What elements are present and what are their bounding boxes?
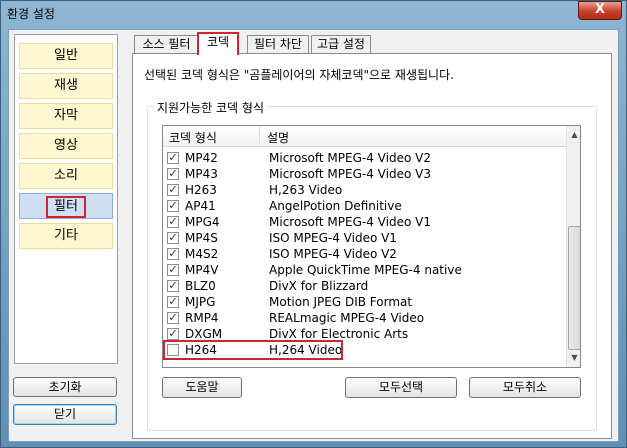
nav-item-label: 소리 [54, 168, 78, 183]
codec-description: Microsoft MPEG-4 Video V1 [269, 215, 431, 229]
row-checkbox[interactable]: ✓ [167, 296, 179, 308]
codec-list[interactable]: 코덱 형식 설명 ✓ MP42 Microsoft MPEG-4 Video V2 … [162, 125, 581, 368]
codec-format: MP42 [185, 151, 218, 165]
table-row[interactable]: ✓ MPG4 Microsoft MPEG-4 Video V1 [163, 214, 566, 230]
nav-item-subtitle[interactable]: 자막 [19, 103, 113, 129]
row-checkbox[interactable]: ✓ [167, 152, 179, 164]
codec-description: H,263 Video [269, 183, 343, 197]
codec-description: Apple QuickTime MPEG-4 native [269, 263, 462, 277]
table-row[interactable]: ✓ MP42 Microsoft MPEG-4 Video V2 [163, 150, 566, 166]
nav-item-label: 일반 [54, 48, 78, 63]
title-bar[interactable]: 환경 설정 X [1, 1, 626, 25]
nav-item-video[interactable]: 영상 [19, 133, 113, 159]
row-checkbox[interactable]: ✓ [167, 232, 179, 244]
nav-item-label: 재생 [54, 78, 78, 93]
nav-item-label: 영상 [54, 138, 78, 153]
column-divider[interactable] [259, 126, 260, 147]
codec-description: ISO MPEG-4 Video V1 [269, 231, 397, 245]
codec-description: ISO MPEG-4 Video V2 [269, 247, 397, 261]
codec-notice: 선택된 코덱 형식은 "곰플레이어의 자체코덱"으로 재생됩니다. [144, 68, 454, 82]
nav-item-label: 기타 [54, 228, 78, 243]
dialog-client: 일반 재생 자막 영상 소리 필터 기타 초기화 닫기 소스 필터 코덱 필터 … [8, 29, 619, 442]
scroll-up-arrow-icon[interactable]: ▲ [568, 127, 580, 142]
tab-codec[interactable]: 코덱 [197, 32, 239, 55]
nav-item-filter[interactable]: 필터 [19, 193, 113, 219]
table-row[interactable]: ✓ RMP4 REALmagic MPEG-4 Video [163, 310, 566, 326]
row-checkbox[interactable]: ✓ [167, 264, 179, 276]
nav-item-general[interactable]: 일반 [19, 43, 113, 69]
scrollbar-thumb[interactable] [568, 226, 580, 350]
window-title: 환경 설정 [7, 7, 55, 21]
nav-item-etc[interactable]: 기타 [19, 223, 113, 249]
codec-format: MP4V [185, 263, 219, 277]
row-checkbox[interactable]: ✓ [167, 280, 179, 292]
vertical-scrollbar[interactable]: ▲ ▼ [566, 126, 580, 367]
codec-format: M4S2 [185, 247, 219, 261]
deselect-all-button[interactable]: 모두취소 [469, 377, 581, 398]
codec-format: MP4S [185, 231, 218, 245]
row-checkbox[interactable]: ✓ [167, 328, 179, 340]
table-row[interactable]: ✓ MP4S ISO MPEG-4 Video V1 [163, 230, 566, 246]
column-header-description[interactable]: 설명 [267, 129, 289, 146]
codec-format: H263 [185, 183, 217, 197]
help-button[interactable]: 도움말 [162, 377, 242, 398]
category-nav: 일반 재생 자막 영상 소리 필터 기타 [14, 34, 118, 364]
tab-filter-block[interactable]: 필터 차단 [247, 35, 309, 54]
group-label: 지원가능한 코덱 형식 [154, 99, 267, 116]
codec-description: DivX for Blizzard [269, 279, 369, 293]
table-row[interactable]: ✓ AP41 AngelPotion Definitive [163, 198, 566, 214]
codec-format: RMP4 [185, 311, 219, 325]
table-row[interactable]: ✓ BLZ0 DivX for Blizzard [163, 278, 566, 294]
reset-button[interactable]: 초기화 [13, 377, 117, 397]
row-checkbox[interactable]: ✓ [167, 312, 179, 324]
codec-tab-page: 선택된 코덱 형식은 "곰플레이어의 자체코덱"으로 재생됩니다. 지원가능한 … [132, 53, 612, 439]
select-all-button[interactable]: 모두선택 [345, 377, 457, 398]
codec-description: Microsoft MPEG-4 Video V3 [269, 167, 431, 181]
codec-format: MJPG [185, 295, 216, 309]
settings-window: 환경 설정 X 일반 재생 자막 영상 소리 필터 기타 초기화 닫기 소스 필… [0, 0, 627, 448]
codec-format: AP41 [185, 199, 216, 213]
codec-description: Microsoft MPEG-4 Video V2 [269, 151, 431, 165]
tab-source-filter[interactable]: 소스 필터 [134, 35, 199, 54]
column-header-format[interactable]: 코덱 형식 [169, 129, 217, 146]
nav-item-label: 필터 [46, 196, 86, 218]
nav-item-audio[interactable]: 소리 [19, 163, 113, 189]
nav-item-label: 자막 [54, 108, 78, 123]
codec-description: AngelPotion Definitive [269, 199, 402, 213]
table-row[interactable]: ✓ M4S2 ISO MPEG-4 Video V2 [163, 246, 566, 262]
row-checkbox[interactable]: ✓ [167, 168, 179, 180]
highlight-annotation [163, 340, 343, 360]
list-header: 코덱 형식 설명 [163, 126, 566, 147]
table-row[interactable]: ✓ MP43 Microsoft MPEG-4 Video V3 [163, 166, 566, 182]
close-window-button[interactable]: X [578, 1, 622, 20]
table-row[interactable]: ✓ MP4V Apple QuickTime MPEG-4 native [163, 262, 566, 278]
row-checkbox[interactable]: ✓ [167, 248, 179, 260]
row-checkbox[interactable]: ✓ [167, 200, 179, 212]
table-row[interactable]: ✓ H263 H,263 Video [163, 182, 566, 198]
tab-advanced[interactable]: 고급 설정 [311, 35, 371, 54]
supported-codecs-group: 지원가능한 코덱 형식 코덱 형식 설명 ✓ MP42 Microsoft MPEG… [147, 99, 597, 431]
table-row[interactable]: ✓ MJPG Motion JPEG DIB Format [163, 294, 566, 310]
row-checkbox[interactable]: ✓ [167, 216, 179, 228]
codec-format: BLZ0 [185, 279, 216, 293]
codec-format: MP43 [185, 167, 218, 181]
nav-item-playback[interactable]: 재생 [19, 73, 113, 99]
scroll-down-arrow-icon[interactable]: ▼ [568, 350, 580, 365]
codec-format: MPG4 [185, 215, 220, 229]
close-button[interactable]: 닫기 [13, 404, 117, 425]
codec-description: Motion JPEG DIB Format [269, 295, 413, 309]
row-checkbox[interactable]: ✓ [167, 184, 179, 196]
codec-description: REALmagic MPEG-4 Video [269, 311, 425, 325]
